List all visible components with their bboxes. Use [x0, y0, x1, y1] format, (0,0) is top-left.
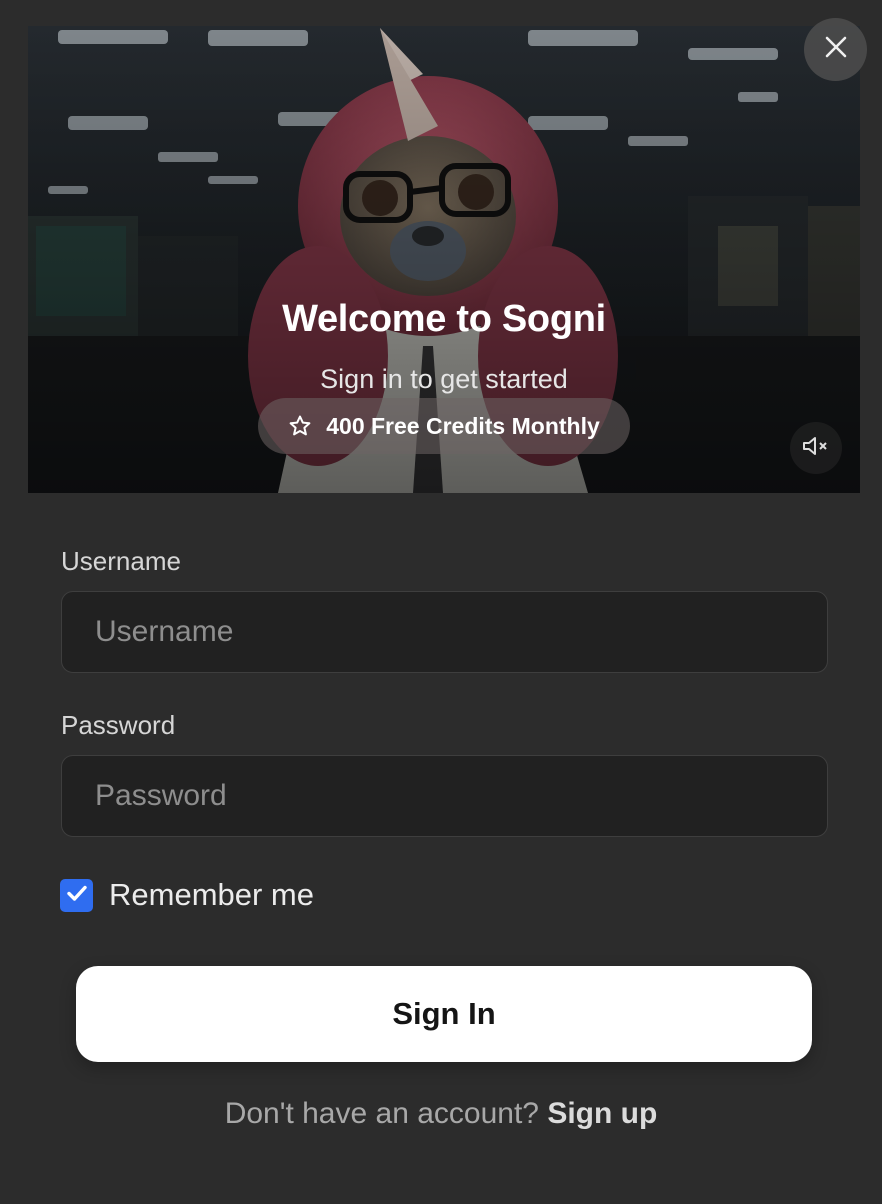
username-label: Username [61, 546, 181, 576]
signup-prompt-text: Don't have an account? [224, 1097, 548, 1130]
password-input[interactable] [61, 755, 828, 837]
speaker-muted-icon [801, 434, 831, 463]
remember-me-checkbox[interactable] [60, 878, 93, 912]
checkmark-icon [65, 881, 89, 910]
close-button[interactable] [804, 18, 867, 81]
free-credits-label: 400 Free Credits Monthly [326, 412, 600, 439]
sign-in-button[interactable]: Sign In [76, 966, 812, 1062]
free-credits-badge: 400 Free Credits Monthly [258, 398, 630, 454]
mute-button[interactable] [790, 422, 842, 474]
signup-prompt: Don't have an account? Sign up [0, 1097, 882, 1131]
close-icon [824, 35, 848, 64]
password-label: Password [61, 710, 176, 740]
username-input[interactable] [61, 591, 828, 673]
hero-banner: Welcome to Sogni Sign in to get started … [28, 26, 860, 493]
remember-me-label: Remember me [109, 877, 314, 912]
welcome-subtitle: Sign in to get started [320, 364, 568, 394]
sign-up-link[interactable]: Sign up [547, 1097, 657, 1130]
remember-me-row: Remember me [60, 877, 314, 913]
sign-in-modal: Welcome to Sogni Sign in to get started … [0, 0, 882, 1204]
star-icon [288, 414, 312, 438]
welcome-title: Welcome to Sogni [282, 298, 606, 340]
